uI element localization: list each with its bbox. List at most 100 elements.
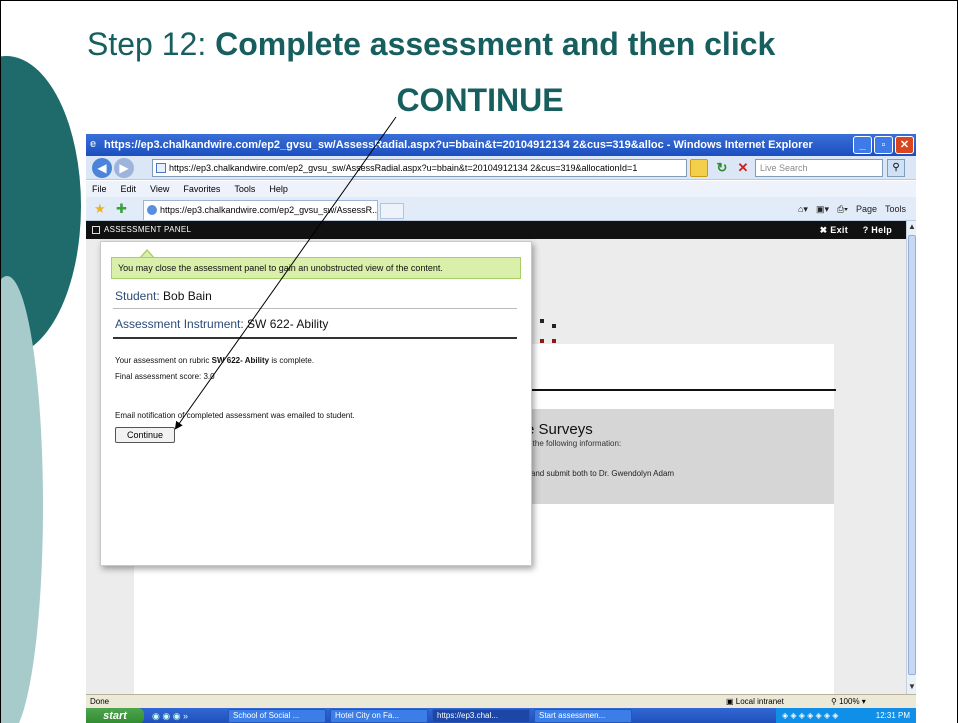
task-label: Start assessmen... <box>539 711 606 720</box>
survey-title: e Surveys <box>526 421 593 438</box>
logo-dot <box>552 339 556 343</box>
assessment-panel-header: ASSESSMENT PANEL ✖ Exit ? Help <box>86 221 906 239</box>
menu-bar: File Edit View Favorites Tools Help <box>86 181 916 197</box>
student-label: Student: <box>115 289 164 303</box>
menu-file[interactable]: File <box>92 181 107 197</box>
search-icon[interactable]: ⚲ <box>887 159 905 177</box>
new-tab-button[interactable] <box>380 203 404 219</box>
security-zone: ▣ Local intranet <box>726 697 784 706</box>
zone-label: Local intranet <box>735 697 784 706</box>
scroll-thumb[interactable] <box>908 235 916 675</box>
start-button[interactable]: start <box>86 708 144 723</box>
help-link[interactable]: ? Help <box>863 221 892 239</box>
window-titlebar: e https://ep3.chalkandwire.com/ep2_gvsu_… <box>86 134 916 156</box>
task-label: School of Social ... <box>233 711 300 720</box>
logo-dot <box>540 339 544 343</box>
survey-subtitle: d the following information: <box>526 439 622 448</box>
email-notification: Email notification of completed assessme… <box>115 411 355 420</box>
forward-icon[interactable]: ▶ <box>114 158 134 178</box>
stop-icon[interactable]: ✕ <box>734 159 752 177</box>
completion-post: is complete. <box>269 356 315 365</box>
live-search-input[interactable]: Live Search <box>755 159 883 177</box>
separator-thick <box>113 337 517 339</box>
panel-toggle-icon[interactable] <box>92 226 100 234</box>
maximize-button[interactable]: ▫ <box>874 136 893 154</box>
divider <box>506 389 836 391</box>
notice-message: You may close the assessment panel to ga… <box>111 257 521 279</box>
taskbar-item[interactable]: School of Social ... <box>228 709 326 723</box>
menu-view[interactable]: View <box>150 181 169 197</box>
feeds-icon[interactable]: ▣▾ <box>816 201 829 217</box>
survey-instruction: r and submit both to Dr. Gwendolyn Adam <box>526 469 675 478</box>
scroll-up-icon[interactable]: ▲ <box>907 221 916 233</box>
add-favorites-icon[interactable]: ✚ <box>116 200 127 218</box>
window-controls: _ ▫ ✕ <box>853 136 914 154</box>
menu-favorites[interactable]: Favorites <box>183 181 220 197</box>
menu-tools[interactable]: Tools <box>234 181 255 197</box>
address-input[interactable]: https://ep3.chalkandwire.com/ep2_gvsu_sw… <box>152 159 687 177</box>
title-step: Step 12 <box>87 26 198 62</box>
command-bar: ⌂▾ ▣▾ ⎙▾ Page Tools <box>798 201 906 217</box>
browser-screenshot: e https://ep3.chalkandwire.com/ep2_gvsu_… <box>86 134 916 723</box>
instrument-label: Assessment Instrument: <box>115 317 248 331</box>
page-menu[interactable]: Page <box>856 201 877 217</box>
window-title: https://ep3.chalkandwire.com/ep2_gvsu_sw… <box>104 139 813 151</box>
menu-help[interactable]: Help <box>269 181 288 197</box>
address-toolbar: ◀ ▶ https://ep3.chalkandwire.com/ep2_gvs… <box>86 156 916 180</box>
refresh-icon[interactable]: ↻ <box>713 159 731 177</box>
zoom-level[interactable]: ⚲ 100% ▾ <box>831 695 866 709</box>
tray-icons[interactable]: ◈ ◈ ◈ ◈ ◈ ◈ ◈ <box>782 711 838 720</box>
zoom-label: 100% <box>839 697 860 706</box>
favorites-star-icon[interactable]: ★ <box>94 200 106 218</box>
quick-launch[interactable]: ◉ ◉ ◉ » <box>152 710 200 722</box>
system-tray: ◈ ◈ ◈ ◈ ◈ ◈ ◈ 12:31 PM <box>776 708 916 723</box>
browser-tab[interactable]: https://ep3.chalkandwire.com/ep2_gvsu_sw… <box>143 200 378 220</box>
home-icon[interactable]: ⌂▾ <box>798 201 808 217</box>
tab-page-icon <box>147 205 157 215</box>
back-icon[interactable]: ◀ <box>92 158 112 178</box>
taskbar-item[interactable]: Start assessmen... <box>534 709 632 723</box>
separator <box>113 308 517 309</box>
status-text: Done <box>90 697 110 706</box>
minimize-button[interactable]: _ <box>853 136 872 154</box>
lock-icon[interactable] <box>690 159 708 177</box>
final-score: Final assessment score: 3.0 <box>115 372 215 381</box>
title-bold: Complete assessment and then click <box>215 26 776 62</box>
tools-menu[interactable]: Tools <box>885 201 906 217</box>
slide-title: Step 12: Complete assessment and then cl… <box>87 21 917 67</box>
logo-dot <box>540 319 544 323</box>
exit-label: Exit <box>830 225 848 235</box>
windows-taskbar: start ◉ ◉ ◉ » School of Social ... Hotel… <box>86 708 916 723</box>
vertical-scrollbar[interactable]: ▲ ▼ <box>906 221 916 694</box>
completion-message: Your assessment on rubric SW 622- Abilit… <box>115 356 314 365</box>
taskbar-item-active[interactable]: https://ep3.chal... <box>432 709 530 723</box>
close-button[interactable]: ✕ <box>895 136 914 154</box>
title-colon: : <box>197 26 216 62</box>
instrument-line: Assessment Instrument: SW 622- Ability <box>115 317 328 331</box>
assessment-panel: You may close the assessment panel to ga… <box>100 241 532 566</box>
menu-edit[interactable]: Edit <box>121 181 137 197</box>
instrument-name: SW 622- Ability <box>247 317 329 331</box>
start-label: start <box>103 710 127 722</box>
address-text: https://ep3.chalkandwire.com/ep2_gvsu_sw… <box>169 163 638 173</box>
task-label: https://ep3.chal... <box>437 711 498 720</box>
continue-button[interactable]: Continue <box>115 427 175 443</box>
print-icon[interactable]: ⎙▾ <box>837 201 848 217</box>
task-label: Hotel City on Fa... <box>335 711 400 720</box>
tab-bar: ★ ✚ https://ep3.chalkandwire.com/ep2_gvs… <box>86 197 916 221</box>
decorative-circle-light <box>1 276 43 723</box>
logo-dot <box>552 324 556 328</box>
slide-title-line2: CONTINUE <box>396 82 564 118</box>
page-icon <box>156 163 166 173</box>
completion-pre: Your assessment on rubric <box>115 356 212 365</box>
status-bar: Done ▣ Local intranet ⚲ 100% ▾ <box>86 694 916 708</box>
scroll-down-icon[interactable]: ▼ <box>907 681 916 693</box>
completion-rubric: SW 622- Ability <box>211 356 270 365</box>
panel-header-title: ASSESSMENT PANEL <box>104 225 192 234</box>
ie-icon: e <box>90 138 97 150</box>
taskbar-item[interactable]: Hotel City on Fa... <box>330 709 428 723</box>
student-name: Bob Bain <box>163 289 212 303</box>
tab-label: https://ep3.chalkandwire.com/ep2_gvsu_sw… <box>160 205 378 215</box>
exit-link[interactable]: ✖ Exit <box>820 221 848 239</box>
slide: Step 12: Complete assessment and then cl… <box>0 0 958 723</box>
